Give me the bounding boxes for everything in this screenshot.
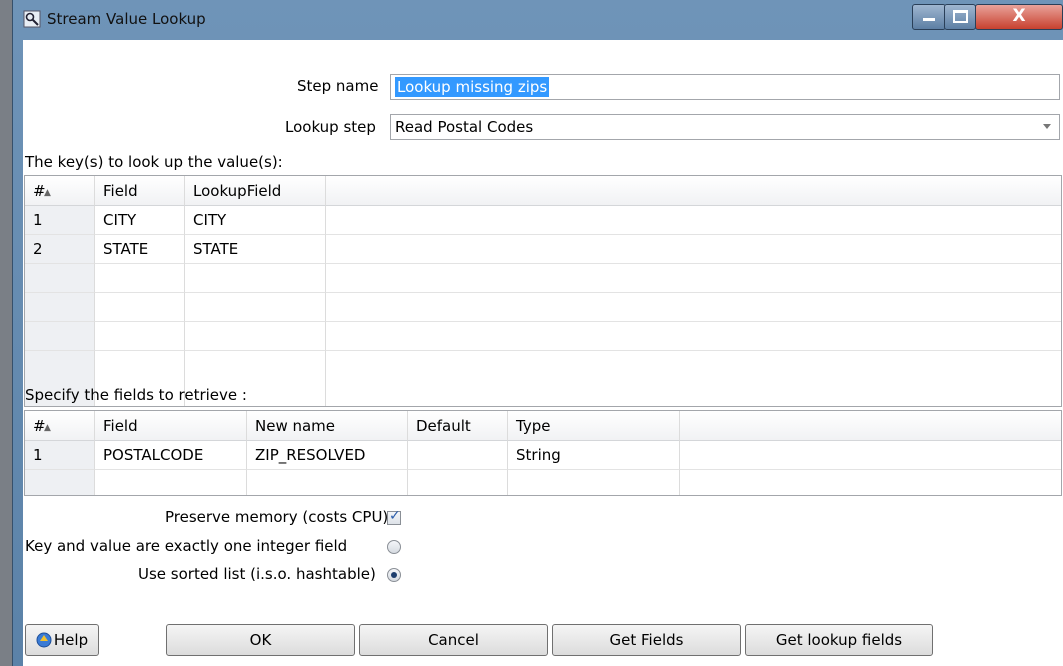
table-cell-empty (185, 293, 326, 322)
step-name-label: Step name (297, 77, 379, 95)
sort-arrow-icon: ▲ (44, 188, 51, 198)
table-cell[interactable]: CITY (185, 206, 326, 235)
table-row-number[interactable]: 1 (25, 206, 95, 235)
column-header-default[interactable]: Default (408, 411, 508, 441)
table-cell-empty (508, 470, 680, 495)
table-cell-empty (185, 322, 326, 351)
table-cell[interactable]: STATE (185, 235, 326, 264)
preserve-memory-checkbox[interactable]: ✓ (387, 508, 401, 525)
table-cell[interactable]: ZIP_RESOLVED (247, 441, 408, 470)
stream-lookup-icon (23, 10, 41, 28)
retrieve-table: # ▲ Field New name Default Type 1 POSTALC… (24, 410, 1062, 496)
get-lookup-fields-button[interactable]: Get lookup fields (745, 624, 933, 656)
table-cell-empty (95, 293, 185, 322)
table-cell-empty (326, 293, 1061, 322)
table-cell-empty (680, 441, 1061, 470)
column-header-field[interactable]: Field (95, 411, 247, 441)
lookup-step-label: Lookup step (285, 118, 376, 136)
lookup-step-value: Read Postal Codes (395, 118, 534, 136)
help-label: Help (53, 631, 89, 649)
column-header-number[interactable]: # ▲ (25, 176, 95, 206)
maximize-button[interactable] (944, 4, 976, 30)
keys-section-label: The key(s) to look up the value(s): (25, 153, 283, 171)
table-cell[interactable]: POSTALCODE (95, 441, 247, 470)
minimize-icon (923, 18, 935, 21)
one-integer-radio[interactable] (387, 540, 401, 554)
sorted-list-radio[interactable] (387, 568, 401, 582)
table-cell-empty (95, 470, 247, 495)
column-header-filler (326, 176, 1061, 206)
table-cell-empty (408, 470, 508, 495)
table-cell-empty (247, 470, 408, 495)
sort-arrow-icon: ▲ (44, 423, 51, 433)
table-cell[interactable]: STATE (95, 235, 185, 264)
maximize-icon (952, 10, 968, 23)
get-fields-button[interactable]: Get Fields (552, 624, 741, 656)
dialog-window: Stream Value Lookup X Step name Lookup m… (12, 0, 1063, 666)
table-cell-empty (326, 264, 1061, 293)
retrieve-section-label: Specify the fields to retrieve : (25, 386, 247, 404)
cancel-button[interactable]: Cancel (359, 624, 548, 656)
table-cell-empty (326, 235, 1061, 264)
table-row-number[interactable]: 2 (25, 235, 95, 264)
column-header-field[interactable]: Field (95, 176, 185, 206)
table-cell-empty (185, 264, 326, 293)
one-integer-label: Key and value are exactly one integer fi… (25, 537, 348, 555)
table-row-number (25, 293, 95, 322)
keys-table: # ▲ Field LookupField 1 CITY CITY 2 STATE… (24, 175, 1062, 407)
preserve-memory-label: Preserve memory (costs CPU) (165, 508, 389, 526)
table-cell-empty (95, 264, 185, 293)
table-cell-empty (95, 322, 185, 351)
chevron-down-icon[interactable] (1043, 124, 1051, 129)
table-cell-empty (326, 206, 1061, 235)
column-header-lookupfield[interactable]: LookupField (185, 176, 326, 206)
dialog-body: Step name Lookup missing zips Lookup ste… (23, 40, 1063, 666)
column-header-type[interactable]: Type (508, 411, 680, 441)
table-cell[interactable]: String (508, 441, 680, 470)
step-name-input[interactable]: Lookup missing zips (390, 74, 1060, 100)
close-icon: X (1012, 6, 1026, 26)
table-row-number (25, 264, 95, 293)
checkmark-icon: ✓ (389, 508, 401, 524)
table-cell[interactable]: CITY (95, 206, 185, 235)
close-button[interactable]: X (975, 4, 1063, 30)
column-header-new-name[interactable]: New name (247, 411, 408, 441)
title-bar[interactable]: Stream Value Lookup X (13, 0, 1063, 40)
radio-selected-dot (391, 572, 397, 578)
help-icon (36, 632, 52, 648)
table-row-number[interactable]: 1 (25, 441, 95, 470)
table-cell[interactable] (408, 441, 508, 470)
column-header-filler (680, 411, 1061, 441)
window-title: Stream Value Lookup (47, 10, 206, 28)
help-button[interactable]: Help (25, 624, 99, 656)
table-row-number (25, 470, 95, 495)
table-row-number (25, 322, 95, 351)
sorted-list-label: Use sorted list (i.s.o. hashtable) (138, 565, 376, 583)
lookup-step-select[interactable]: Read Postal Codes (390, 114, 1060, 140)
ok-button[interactable]: OK (166, 624, 355, 656)
table-cell-empty (326, 322, 1061, 351)
minimize-button[interactable] (912, 4, 946, 30)
step-name-value: Lookup missing zips (395, 77, 550, 97)
column-header-number[interactable]: # ▲ (25, 411, 95, 441)
